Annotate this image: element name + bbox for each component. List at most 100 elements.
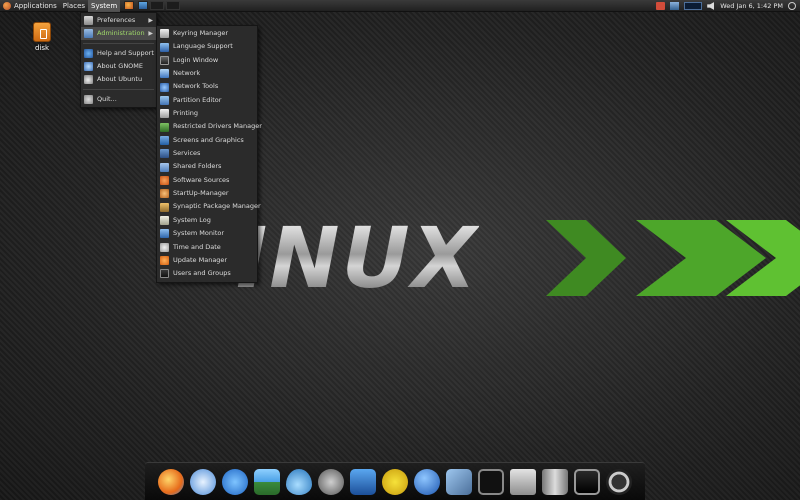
system-monitor-icon[interactable] — [684, 2, 703, 10]
menu-item-software-sources[interactable]: Software Sources — [157, 174, 257, 187]
language-icon — [160, 42, 169, 52]
menu-item-administration[interactable]: Administration ▶ — [81, 27, 156, 40]
menu-item-about-gnome[interactable]: About GNOME — [81, 60, 156, 73]
volume-icon[interactable] — [707, 2, 715, 10]
menu-item-label: Keyring Manager — [173, 29, 229, 37]
menu-item-synaptic-package-manager[interactable]: Synaptic Package Manager — [157, 200, 261, 213]
menu-item-screens-and-graphics[interactable]: Screens and Graphics — [157, 134, 257, 147]
screen-icon[interactable] — [574, 468, 600, 495]
menu-item-label: Shared Folders — [173, 162, 222, 171]
network-icon[interactable] — [670, 2, 680, 10]
menu-item-preferences[interactable]: Preferences ▶ — [81, 14, 156, 27]
menu-item-system-monitor[interactable]: System Monitor — [157, 227, 257, 240]
xchat-icon[interactable] — [158, 468, 184, 495]
notification-icon[interactable] — [656, 2, 666, 10]
synaptic-icon — [160, 202, 169, 212]
menu-separator — [83, 43, 154, 44]
menu-item-help-and-support[interactable]: Help and Support — [81, 47, 156, 60]
water-drop-icon[interactable] — [286, 468, 312, 495]
services-icon — [160, 149, 169, 159]
menu-item-label: StartUp-Manager — [173, 189, 229, 198]
music-player-icon[interactable] — [190, 468, 216, 495]
shared-folder-icon — [160, 162, 169, 172]
ubuntu-icon — [84, 75, 93, 84]
photo-viewer-icon[interactable] — [254, 468, 280, 495]
menu-item-services[interactable]: Services — [157, 147, 257, 160]
help-launcher-icon[interactable] — [138, 1, 149, 10]
clock[interactable]: Wed Jan 6, 1:42 PM — [720, 2, 783, 10]
menu-item-label: Printing — [173, 109, 199, 118]
menu-item-label: Network — [173, 69, 201, 78]
menu-item-label: Partition Editor — [173, 95, 222, 104]
network-icon — [160, 69, 169, 79]
system-menu-button[interactable]: System — [88, 0, 121, 12]
menu-item-users-and-groups[interactable]: Users and Groups — [157, 267, 257, 280]
administration-submenu: Keyring Manager Language Support Login W… — [156, 25, 262, 283]
panel-slot[interactable] — [166, 1, 181, 10]
menu-item-language-support[interactable]: Language Support — [157, 40, 257, 53]
menu-item-restricted-drivers-manager[interactable]: Restricted Drivers Manager — [157, 120, 262, 133]
applications-menu[interactable]: Applications — [11, 0, 60, 12]
menu-item-label: Restricted Drivers Manager — [173, 122, 262, 131]
menu-item-label: Administration — [97, 29, 145, 37]
menu-item-network[interactable]: Network — [157, 67, 257, 80]
help-icon — [84, 49, 93, 58]
drive-icon — [33, 22, 51, 42]
menu-item-label: About GNOME — [97, 62, 144, 70]
menu-item-update-manager[interactable]: Update Manager — [157, 254, 257, 267]
tools-icon[interactable] — [318, 468, 344, 495]
quit-icon — [84, 95, 93, 104]
wallpaper-logo: INUX — [236, 216, 800, 300]
power-icon[interactable] — [788, 2, 796, 10]
firefox-launcher-icon[interactable] — [124, 1, 135, 10]
gnome-icon — [84, 62, 93, 71]
monitor-icon — [160, 229, 169, 239]
menu-item-label: Help and Support — [97, 49, 154, 57]
menu-item-label: Time and Date — [173, 242, 221, 251]
desktop-icon-disk[interactable]: disk — [30, 22, 54, 52]
panel-slot[interactable] — [150, 1, 165, 10]
top-panel: Applications Places System Wed Jan 6, 1:… — [0, 0, 800, 12]
printer-icon — [160, 109, 169, 119]
places-menu[interactable]: Places — [60, 0, 88, 12]
log-icon — [160, 215, 169, 225]
image-viewer-icon[interactable] — [446, 468, 472, 495]
system-menu: Preferences ▶ Administration ▶ Help and … — [80, 12, 157, 108]
administration-icon — [84, 29, 93, 38]
help-icon[interactable] — [414, 468, 440, 495]
radiation-icon[interactable] — [382, 468, 408, 495]
chat-icon[interactable] — [222, 468, 248, 495]
menu-item-quit[interactable]: Quit... — [81, 93, 156, 106]
power-icon[interactable] — [606, 468, 632, 495]
menu-item-login-window[interactable]: Login Window — [157, 54, 257, 67]
web-editor-icon[interactable] — [350, 468, 376, 495]
menu-item-shared-folders[interactable]: Shared Folders — [157, 160, 257, 173]
menu-item-system-log[interactable]: System Log — [157, 214, 257, 227]
menu-item-label: Update Manager — [173, 255, 228, 264]
ubuntu-logo-icon[interactable] — [3, 1, 11, 10]
chevron-graphic — [546, 220, 800, 296]
menu-item-time-and-date[interactable]: Time and Date — [157, 241, 257, 254]
menu-item-keyring-manager[interactable]: Keyring Manager — [157, 27, 257, 40]
chip-icon — [160, 122, 169, 132]
keyring-icon — [160, 29, 169, 39]
system-tray: Wed Jan 6, 1:42 PM — [651, 0, 800, 12]
display-icon — [160, 135, 169, 145]
menu-item-partition-editor[interactable]: Partition Editor — [157, 94, 257, 107]
menu-item-about-ubuntu[interactable]: About Ubuntu — [81, 73, 156, 86]
trash-icon[interactable] — [542, 468, 568, 495]
menu-item-label: Synaptic Package Manager — [173, 202, 261, 211]
update-icon — [160, 256, 169, 266]
menu-item-label: Network Tools — [173, 82, 219, 91]
menu-item-label: Software Sources — [173, 175, 230, 184]
menu-item-network-tools[interactable]: Network Tools — [157, 80, 257, 93]
menu-item-label: Language Support — [173, 42, 233, 51]
terminal-icon[interactable] — [478, 468, 504, 495]
menu-separator — [83, 89, 154, 90]
clock-icon — [160, 242, 169, 252]
menu-item-label: Preferences — [97, 16, 136, 24]
calculator-icon[interactable] — [510, 468, 536, 495]
menu-item-label: Screens and Graphics — [173, 135, 244, 144]
menu-item-startup-manager[interactable]: StartUp-Manager — [157, 187, 257, 200]
menu-item-printing[interactable]: Printing — [157, 107, 257, 120]
